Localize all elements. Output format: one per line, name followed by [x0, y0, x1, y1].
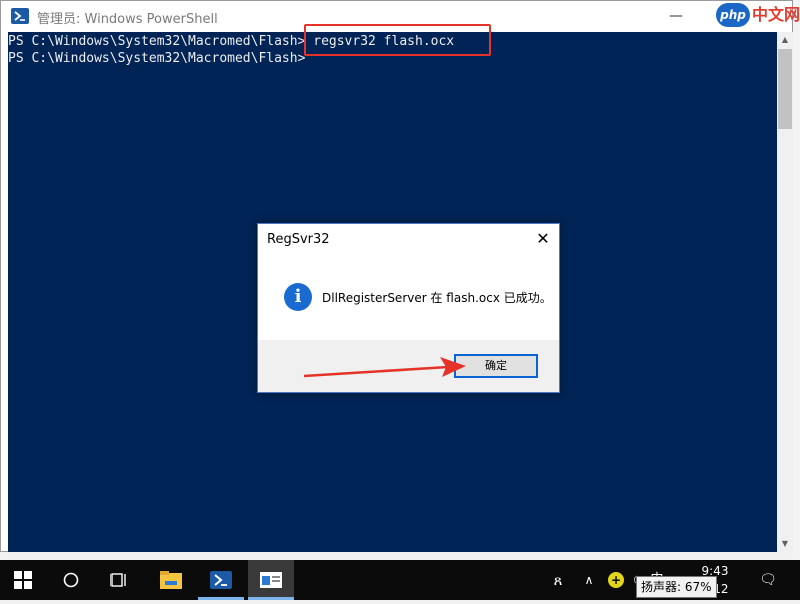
task-view-button[interactable] [96, 560, 142, 600]
start-button[interactable] [0, 560, 46, 600]
search-button[interactable] [48, 560, 94, 600]
console-scrollbar[interactable]: ▲ ▼ [777, 32, 793, 552]
volume-tooltip: 扬声器: 67% [636, 576, 717, 598]
dialog-message: DllRegisterServer 在 flash.ocx 已成功。 [322, 291, 552, 305]
scroll-up-arrow-icon[interactable]: ▲ [777, 32, 793, 48]
notification-center-icon[interactable]: 🗨 [758, 560, 778, 600]
window-title: 管理员: Windows PowerShell [37, 12, 218, 27]
info-icon: i [284, 283, 312, 311]
dialog-taskbar-button[interactable] [248, 560, 294, 600]
watermark-badge: php [716, 3, 750, 27]
dialog-title: RegSvr32 [267, 232, 330, 247]
command-highlight-box [304, 24, 491, 56]
tray-app-icon[interactable]: + [608, 572, 624, 588]
search-circle-icon [63, 572, 79, 588]
powershell-taskbar-button[interactable] [198, 560, 244, 600]
minimize-button[interactable]: — [656, 5, 696, 27]
watermark-logo: php 中文网 [716, 1, 800, 29]
scroll-down-arrow-icon[interactable]: ▼ [777, 536, 793, 552]
windows-logo-icon [14, 571, 32, 589]
watermark-text: 中文网 [752, 5, 800, 24]
tray-expand-chevron-icon[interactable]: ∧ [580, 560, 598, 600]
scrollbar-thumb[interactable] [778, 49, 792, 129]
red-arrow-annotation [303, 357, 466, 378]
file-explorer-icon [160, 571, 182, 589]
close-icon[interactable]: ✕ [530, 228, 556, 250]
people-icon[interactable]: ጸ [546, 560, 570, 600]
task-view-icon [109, 573, 126, 587]
powershell-icon [11, 8, 29, 24]
powershell-icon [210, 571, 232, 589]
desktop-background-right [792, 0, 800, 560]
file-explorer-taskbar-button[interactable] [148, 560, 194, 600]
window-app-icon [260, 572, 282, 588]
console-line-prompt: PS C:\Windows\System32\Macromed\Flash> [8, 51, 306, 66]
